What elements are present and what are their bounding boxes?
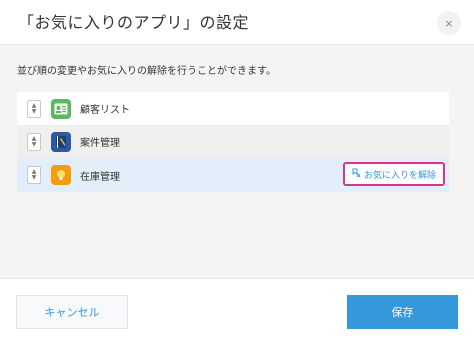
sort-down-icon: ▼ bbox=[31, 107, 37, 115]
reorder-handle[interactable]: ▲ ▼ bbox=[27, 132, 41, 151]
app-name: 在庫管理 bbox=[80, 171, 120, 183]
dialog-header: 「お気に入りのアプリ」の設定 × bbox=[0, 0, 474, 45]
app-name: 顧客リスト bbox=[80, 105, 130, 116]
app-row-inventory-management: ▲ ▼ 在庫管理 お気に入りを解除 bbox=[17, 158, 449, 192]
dialog-title: 「お気に入りのアプリ」の設定 bbox=[18, 13, 250, 32]
lightbulb-icon bbox=[51, 165, 71, 185]
contact-card-icon bbox=[51, 98, 71, 119]
app-row-customer-list: ▲ ▼ 顧客リスト bbox=[17, 92, 449, 125]
app-row-project-management: ▲ ▼ 案件管理 bbox=[17, 125, 449, 158]
cancel-button[interactable]: キャンセル bbox=[16, 295, 128, 329]
unfavorite-label: お気に入りを解除 bbox=[363, 170, 436, 181]
save-button[interactable]: 保存 bbox=[347, 295, 458, 329]
close-icon: × bbox=[444, 16, 454, 30]
dialog-description: 並び順の変更やお気に入りの解除を行うことができます。 bbox=[17, 66, 276, 77]
sort-down-icon: ▼ bbox=[31, 140, 37, 148]
notebook-icon bbox=[51, 131, 71, 152]
sort-down-icon: ▼ bbox=[31, 174, 37, 181]
favorite-apps-settings-dialog: 「お気に入りのアプリ」の設定 × 並び順の変更やお気に入りの解除を行うことができ… bbox=[0, 0, 474, 345]
reorder-handle[interactable]: ▲ ▼ bbox=[27, 166, 41, 184]
app-name: 案件管理 bbox=[80, 138, 120, 149]
reorder-handle[interactable]: ▲ ▼ bbox=[27, 99, 41, 118]
close-button[interactable]: × bbox=[437, 11, 461, 35]
unfavorite-button[interactable]: お気に入りを解除 bbox=[342, 162, 445, 186]
unfavorite-icon bbox=[352, 168, 361, 181]
dialog-footer: キャンセル 保存 bbox=[0, 278, 474, 345]
